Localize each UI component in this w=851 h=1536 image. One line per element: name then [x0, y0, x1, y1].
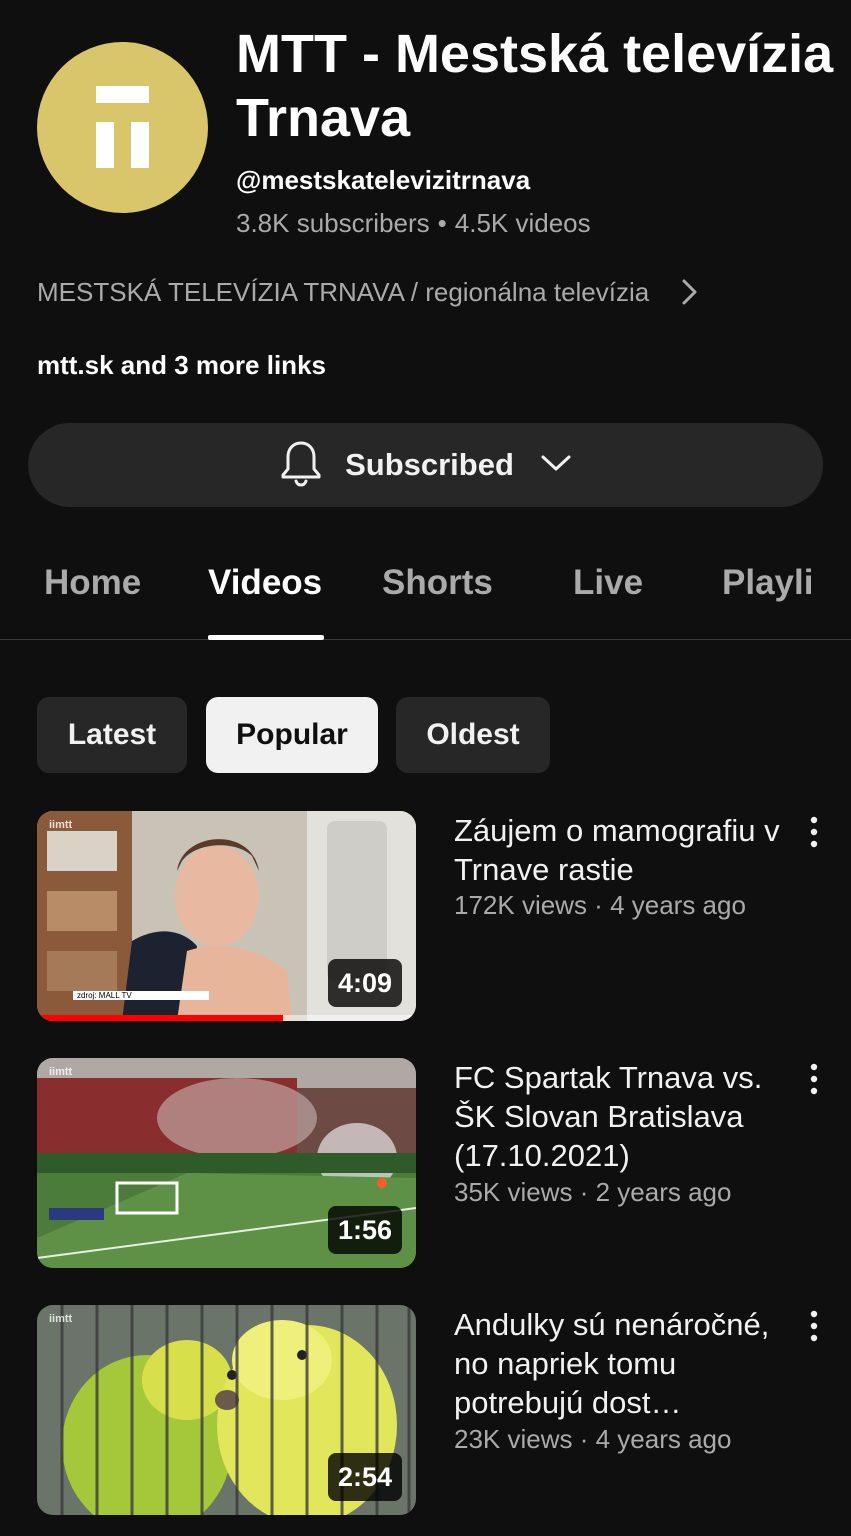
channel-description-row[interactable]: MESTSKÁ TELEVÍZIA TRNAVA / regionálna te…: [37, 270, 817, 314]
tab-playlists[interactable]: Playli: [722, 563, 813, 603]
subscriber-count: 3.8K subscribers: [236, 208, 430, 238]
channel-links[interactable]: mtt.sk and 3 more links: [37, 350, 326, 381]
video-thumbnail[interactable]: iimtt 1:56: [37, 1058, 416, 1268]
video-title[interactable]: Andulky sú nenáročné, no napriek tomu po…: [454, 1305, 794, 1422]
channel-avatar[interactable]: [37, 42, 208, 213]
video-meta: 172K views · 4 years ago: [454, 890, 746, 920]
video-count: 4.5K videos: [454, 208, 591, 238]
video-thumbnail[interactable]: iimtt 2:54: [37, 1305, 416, 1515]
logo-bar: [96, 86, 149, 103]
logo-leg-left: [96, 122, 114, 168]
video-duration: 1:56: [327, 1206, 402, 1254]
more-options-icon[interactable]: [800, 812, 828, 852]
bell-icon: [279, 439, 323, 492]
tab-videos[interactable]: Videos: [208, 563, 322, 603]
video-meta: 23K views · 4 years ago: [454, 1424, 732, 1454]
logo-leg-right: [131, 122, 149, 168]
more-options-icon[interactable]: [800, 1059, 828, 1099]
tab-shorts[interactable]: Shorts: [382, 563, 493, 603]
chip-latest[interactable]: Latest: [37, 697, 187, 773]
more-options-icon[interactable]: [800, 1306, 828, 1346]
watch-progress-fill: [37, 1015, 284, 1021]
chip-oldest[interactable]: Oldest: [396, 697, 550, 773]
tab-home[interactable]: Home: [44, 563, 141, 603]
channel-description: MESTSKÁ TELEVÍZIA TRNAVA / regionálna te…: [37, 276, 650, 307]
chevron-down-icon: [540, 453, 572, 478]
source-caption: zdroj: MALL TV: [77, 991, 132, 1000]
subscribed-button[interactable]: Subscribed: [28, 423, 823, 507]
video-duration: 2:54: [327, 1453, 402, 1501]
channel-watermark: iimtt: [49, 1066, 73, 1078]
active-tab-indicator: [208, 635, 324, 640]
tab-live[interactable]: Live: [573, 563, 643, 603]
channel-tabs: Home Videos Shorts Live Playli: [0, 545, 851, 640]
subscribed-label: Subscribed: [345, 447, 514, 482]
stats-separator: •: [437, 208, 447, 238]
chevron-right-icon: [679, 278, 701, 306]
channel-watermark: iimtt: [49, 1313, 73, 1325]
video-meta: 35K views · 2 years ago: [454, 1177, 732, 1207]
video-duration: 4:09: [327, 959, 402, 1007]
video-title[interactable]: FC Spartak Trnava vs. ŠK Slovan Bratisla…: [454, 1058, 794, 1175]
video-thumbnail[interactable]: iimtt zdroj: MALL TV 4:09: [37, 811, 416, 1021]
channel-name: MTT - Mestská televízia Trnava: [236, 24, 834, 148]
channel-handle: @mestskatelevizitrnava: [236, 165, 531, 195]
chip-popular[interactable]: Popular: [206, 697, 378, 773]
video-title[interactable]: Záujem o mamografiu v Trnave rastie: [454, 811, 794, 889]
channel-watermark: iimtt: [49, 819, 73, 831]
channel-stats: 3.8K subscribers • 4.5K videos: [236, 208, 591, 239]
